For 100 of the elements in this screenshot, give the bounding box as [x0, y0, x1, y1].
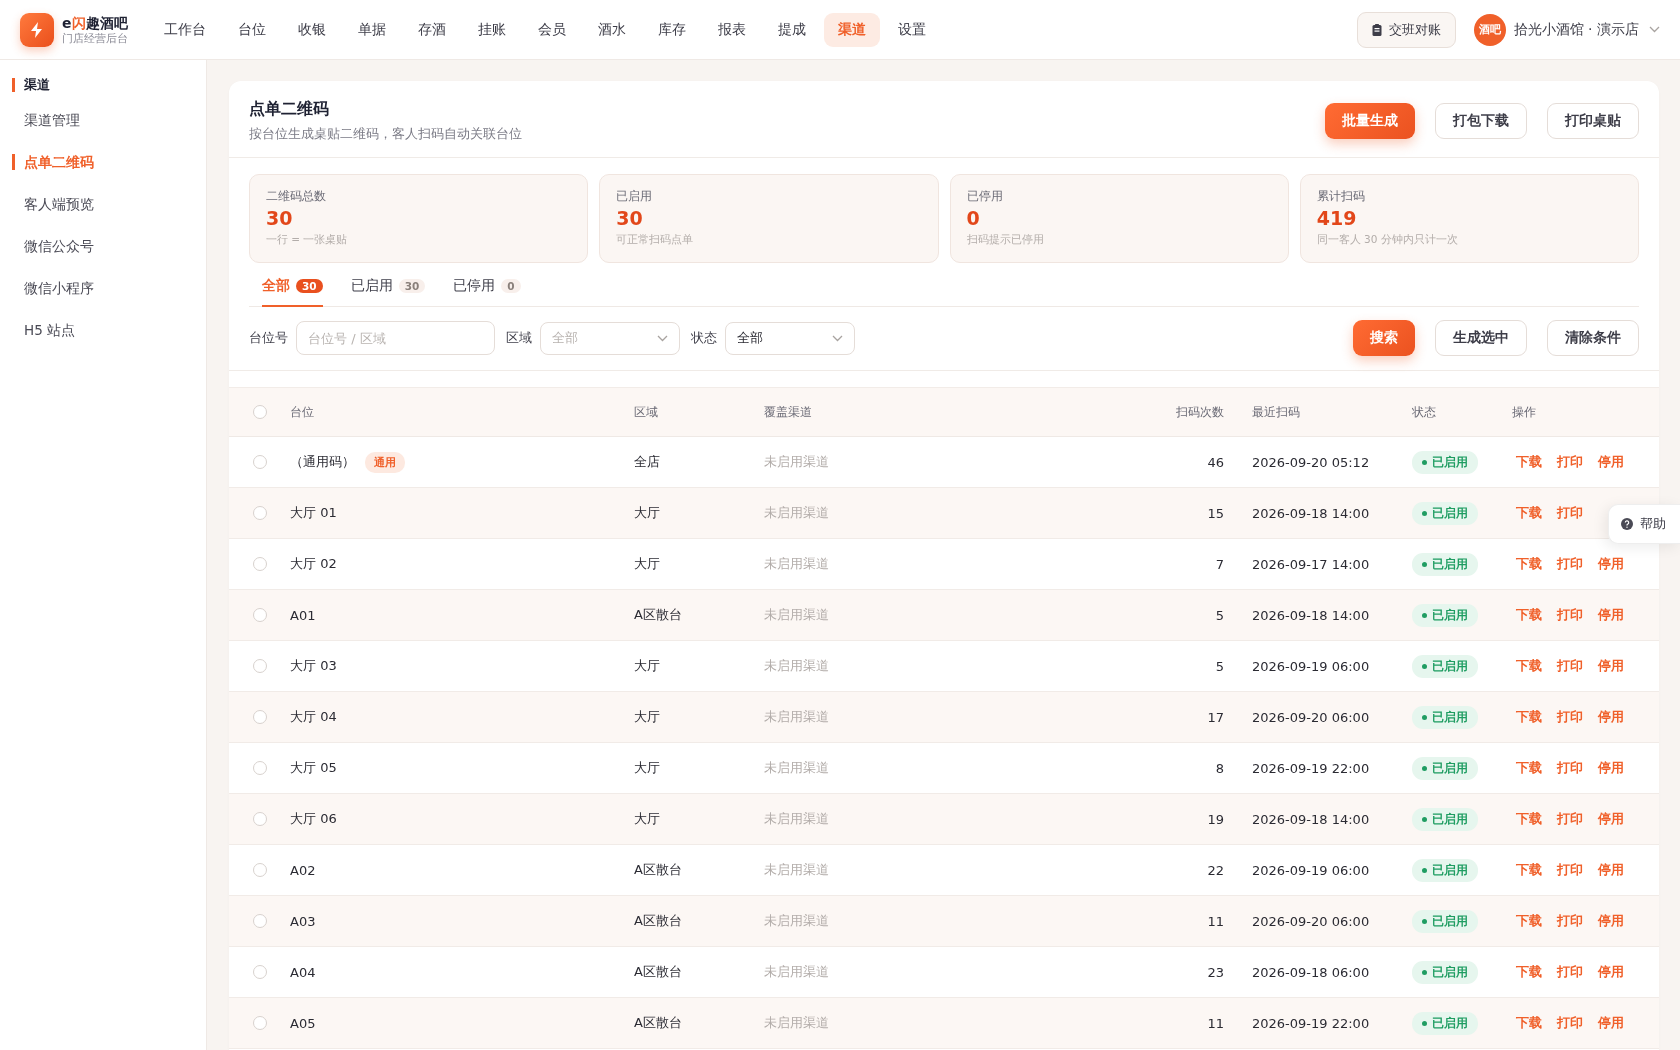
nav-tab[interactable]: 挂账	[464, 12, 520, 47]
field-label: 台位号	[249, 329, 288, 347]
row-action-link[interactable]: 下载	[1516, 708, 1542, 726]
filter-tab[interactable]: 已启用 30	[350, 273, 426, 307]
table-cell: 大厅 06	[290, 810, 337, 828]
table-cell-text: 未启用渠道	[764, 657, 830, 675]
sidebar-item[interactable]: 微信公众号	[12, 238, 206, 254]
sidebar-item[interactable]: 微信小程序	[12, 280, 206, 296]
action-button[interactable]: 批量生成	[1325, 103, 1415, 139]
stat-label: 已启用	[616, 189, 654, 204]
filter-button[interactable]: 生成选中	[1435, 320, 1527, 356]
nav-tab[interactable]: 存酒	[404, 12, 460, 47]
status-select[interactable]: 全部	[725, 321, 855, 355]
row-action-link[interactable]: 打印	[1557, 708, 1583, 726]
row-action-link[interactable]: 下载	[1516, 1014, 1542, 1032]
field-label: 区域	[506, 329, 532, 347]
row-action-link[interactable]: 打印	[1557, 912, 1583, 930]
row-action-link[interactable]: 停用	[1598, 606, 1624, 624]
row-action-link[interactable]: 停用	[1598, 759, 1624, 777]
filter-button[interactable]: 清除条件	[1547, 320, 1639, 356]
row-action-link[interactable]: 下载	[1516, 453, 1542, 471]
sidebar-item[interactable]: 渠道管理	[12, 112, 206, 128]
nav-tab[interactable]: 工作台	[150, 12, 220, 47]
row-action-link[interactable]: 停用	[1598, 708, 1624, 726]
row-action-link[interactable]: 打印	[1557, 504, 1583, 522]
nav-tab[interactable]: 酒水	[584, 12, 640, 47]
row-action-link[interactable]: 停用	[1598, 1014, 1624, 1032]
row-action-link[interactable]: 下载	[1516, 861, 1542, 879]
row-checkbox[interactable]	[252, 608, 267, 622]
row-action-link[interactable]: 停用	[1598, 555, 1624, 573]
store-switcher[interactable]: 拾光小酒馆 · 演示店	[1513, 20, 1660, 39]
row-action-link[interactable]: 打印	[1557, 453, 1583, 471]
row-action-link[interactable]: 停用	[1598, 657, 1624, 675]
row-action-link[interactable]: 下载	[1516, 504, 1542, 522]
nav-tab[interactable]: 收银	[284, 12, 340, 47]
row-action-link[interactable]: 打印	[1557, 810, 1583, 828]
nav-tab[interactable]: 报表	[704, 12, 760, 47]
table-search-field[interactable]: 台位号 / 区域	[296, 321, 495, 355]
row-action-link[interactable]: 停用	[1598, 963, 1624, 981]
row-action-link[interactable]: 停用	[1598, 810, 1624, 828]
nav-tab[interactable]: 会员	[524, 12, 580, 47]
row-action-link[interactable]: 打印	[1557, 963, 1583, 981]
table-cell-text: 大厅	[634, 555, 661, 573]
row-action-link[interactable]: 下载	[1516, 912, 1542, 930]
nav-tab[interactable]: 设置	[884, 12, 940, 47]
row-checkbox[interactable]	[252, 914, 267, 928]
row-checkbox[interactable]	[252, 455, 267, 469]
row-action-link[interactable]: 打印	[1557, 606, 1583, 624]
nav-tab[interactable]: 提成	[764, 12, 820, 47]
table-cell: A01	[290, 607, 316, 623]
area-select[interactable]: 全部	[540, 321, 680, 355]
row-action-link[interactable]: 下载	[1516, 759, 1542, 777]
table-cell: A03	[290, 913, 316, 929]
row-action-link[interactable]: 下载	[1516, 657, 1542, 675]
action-button[interactable]: 打包下载	[1435, 103, 1527, 139]
select-all-checkbox[interactable]	[252, 405, 267, 419]
filter-tab[interactable]: 全部 30	[262, 273, 323, 307]
row-action-link[interactable]: 打印	[1557, 759, 1583, 777]
row-checkbox[interactable]	[252, 965, 267, 979]
help-button[interactable]: 帮助	[1608, 504, 1680, 544]
sidebar-item[interactable]: 点单二维码	[12, 154, 206, 170]
page-title: 点单二维码	[249, 99, 330, 120]
table-cell-text: 2026-09-19 22:00	[1251, 760, 1371, 776]
row-action-link[interactable]: 停用	[1598, 912, 1624, 930]
shift-button[interactable]: 交班对账	[1356, 11, 1456, 48]
row-checkbox[interactable]	[252, 506, 267, 520]
status-badge: 已启用	[1412, 756, 1478, 780]
table-cell-text: 2026-09-19 06:00	[1251, 658, 1371, 674]
sidebar-item[interactable]: H5 站点	[12, 322, 206, 338]
sidebar-item[interactable]: 客人端预览	[12, 196, 206, 212]
nav-tab[interactable]: 台位	[224, 12, 280, 47]
row-action-link[interactable]: 打印	[1557, 555, 1583, 573]
row-action-link[interactable]: 下载	[1516, 810, 1542, 828]
row-checkbox[interactable]	[252, 659, 267, 673]
row-action-link[interactable]: 停用	[1598, 453, 1624, 471]
nav-tab[interactable]: 渠道	[824, 12, 880, 47]
row-checkbox[interactable]	[252, 1016, 267, 1030]
table-cell-text: 未启用渠道	[764, 963, 830, 981]
action-button[interactable]: 打印桌贴	[1547, 103, 1639, 139]
row-action-link[interactable]: 下载	[1516, 963, 1542, 981]
row-action-link[interactable]: 打印	[1557, 657, 1583, 675]
row-action-link[interactable]: 打印	[1557, 1014, 1583, 1032]
table-cell-text: 未启用渠道	[764, 861, 830, 879]
filter-button[interactable]: 搜索	[1353, 320, 1415, 356]
table-cell-text: 8	[1214, 760, 1224, 776]
row-checkbox[interactable]	[252, 710, 267, 724]
row-checkbox[interactable]	[252, 812, 267, 826]
row-action-link[interactable]: 下载	[1516, 555, 1542, 573]
row-action-link[interactable]: 打印	[1557, 861, 1583, 879]
row-checkbox[interactable]	[252, 863, 267, 877]
table-cell-text: 22	[1206, 862, 1224, 878]
nav-tab[interactable]: 库存	[644, 12, 700, 47]
column-header: 区域	[634, 403, 659, 421]
row-action-link[interactable]: 停用	[1598, 861, 1624, 879]
filter-tab[interactable]: 已停用 0	[453, 273, 521, 307]
row-checkbox[interactable]	[252, 557, 267, 571]
nav-tab[interactable]: 单据	[344, 12, 400, 47]
row-action-link[interactable]: 下载	[1516, 606, 1542, 624]
row-checkbox[interactable]	[252, 761, 267, 775]
chevron-down-icon	[657, 334, 668, 342]
